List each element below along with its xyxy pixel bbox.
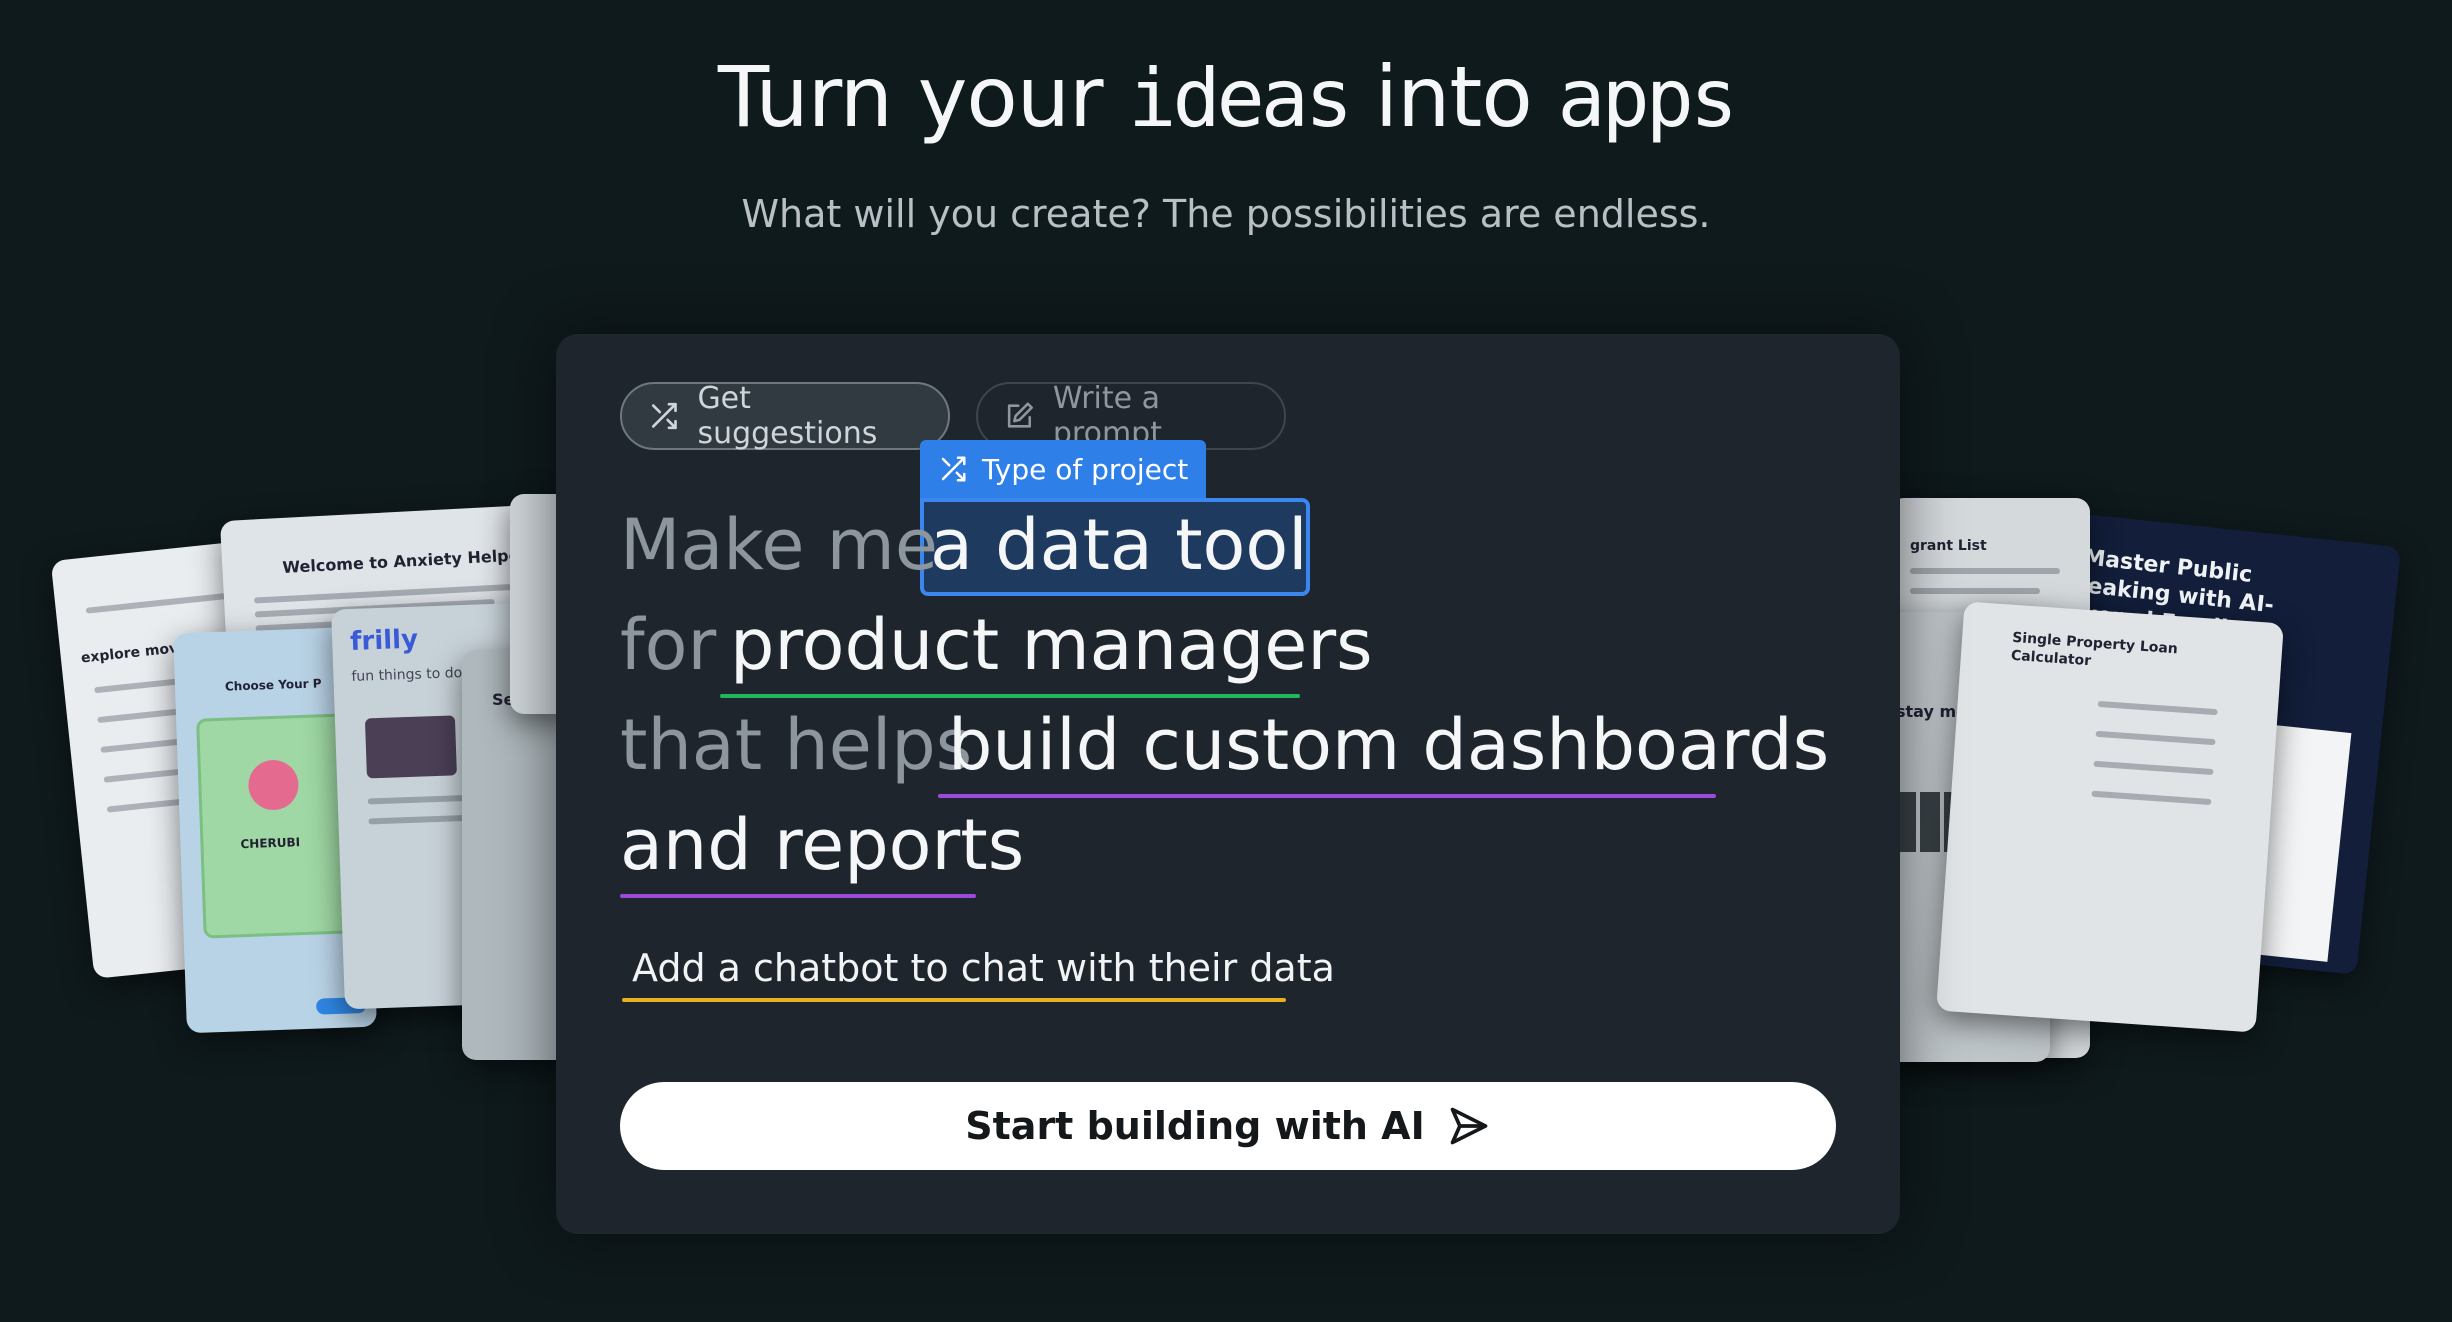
start-building-button[interactable]: Start building with AI <box>620 1082 1836 1170</box>
sentence-prefix-for: for <box>620 604 717 686</box>
shuffle-icon <box>651 402 677 430</box>
title-part: into <box>1349 48 1558 146</box>
goal-underline-2 <box>620 894 976 898</box>
send-icon <box>1450 1107 1488 1145</box>
audience-underline <box>720 694 1300 698</box>
prompt-builder-panel: Get suggestions Write a prompt Type of p… <box>556 334 1900 1234</box>
addon-feature[interactable]: Add a chatbot to chat with their data <box>632 946 1335 990</box>
goal-value-line2[interactable]: and reports <box>620 804 1024 886</box>
page-title: Turn your ideas into apps <box>0 48 2452 146</box>
sentence-prefix-that-helps: that helps <box>620 704 973 786</box>
start-building-label: Start building with AI <box>965 1104 1425 1148</box>
title-pixel-word: apps <box>1557 52 1738 145</box>
preview-title: frilly <box>349 624 419 657</box>
get-suggestions-label: Get suggestions <box>697 381 878 451</box>
edit-icon <box>1007 402 1033 428</box>
sentence-prefix-make-me: Make me <box>620 504 938 586</box>
preview-title: Choose Your P <box>224 676 322 694</box>
type-of-project-tag: Type of project <box>920 440 1207 498</box>
audience-value[interactable]: product managers <box>730 604 1373 686</box>
goal-underline-1 <box>938 794 1716 798</box>
preview-card-loan: Single Property Loan Calculator <box>1936 601 2284 1033</box>
page-subtitle: What will you create? The possibilities … <box>741 192 1711 236</box>
addon-underline <box>622 998 1286 1002</box>
preview-title: Single Property Loan Calculator <box>2010 629 2179 670</box>
preview-label: CHERUBI <box>240 835 301 852</box>
get-suggestions-tab[interactable]: Get suggestions <box>620 381 950 451</box>
title-pixel-word: ideas <box>1128 52 1353 145</box>
title-part: Turn your <box>717 48 1129 146</box>
project-type-value[interactable]: a data tool <box>930 504 1308 586</box>
goal-value-line1[interactable]: build custom dashboards <box>948 704 1829 786</box>
preview-title: Welcome to Anxiety Helper <box>281 545 528 577</box>
preview-title: grant List <box>1910 538 1987 554</box>
preview-label: fun things to do in <box>351 664 480 685</box>
shuffle-icon <box>941 456 966 482</box>
type-of-project-label: Type of project <box>982 452 1189 486</box>
